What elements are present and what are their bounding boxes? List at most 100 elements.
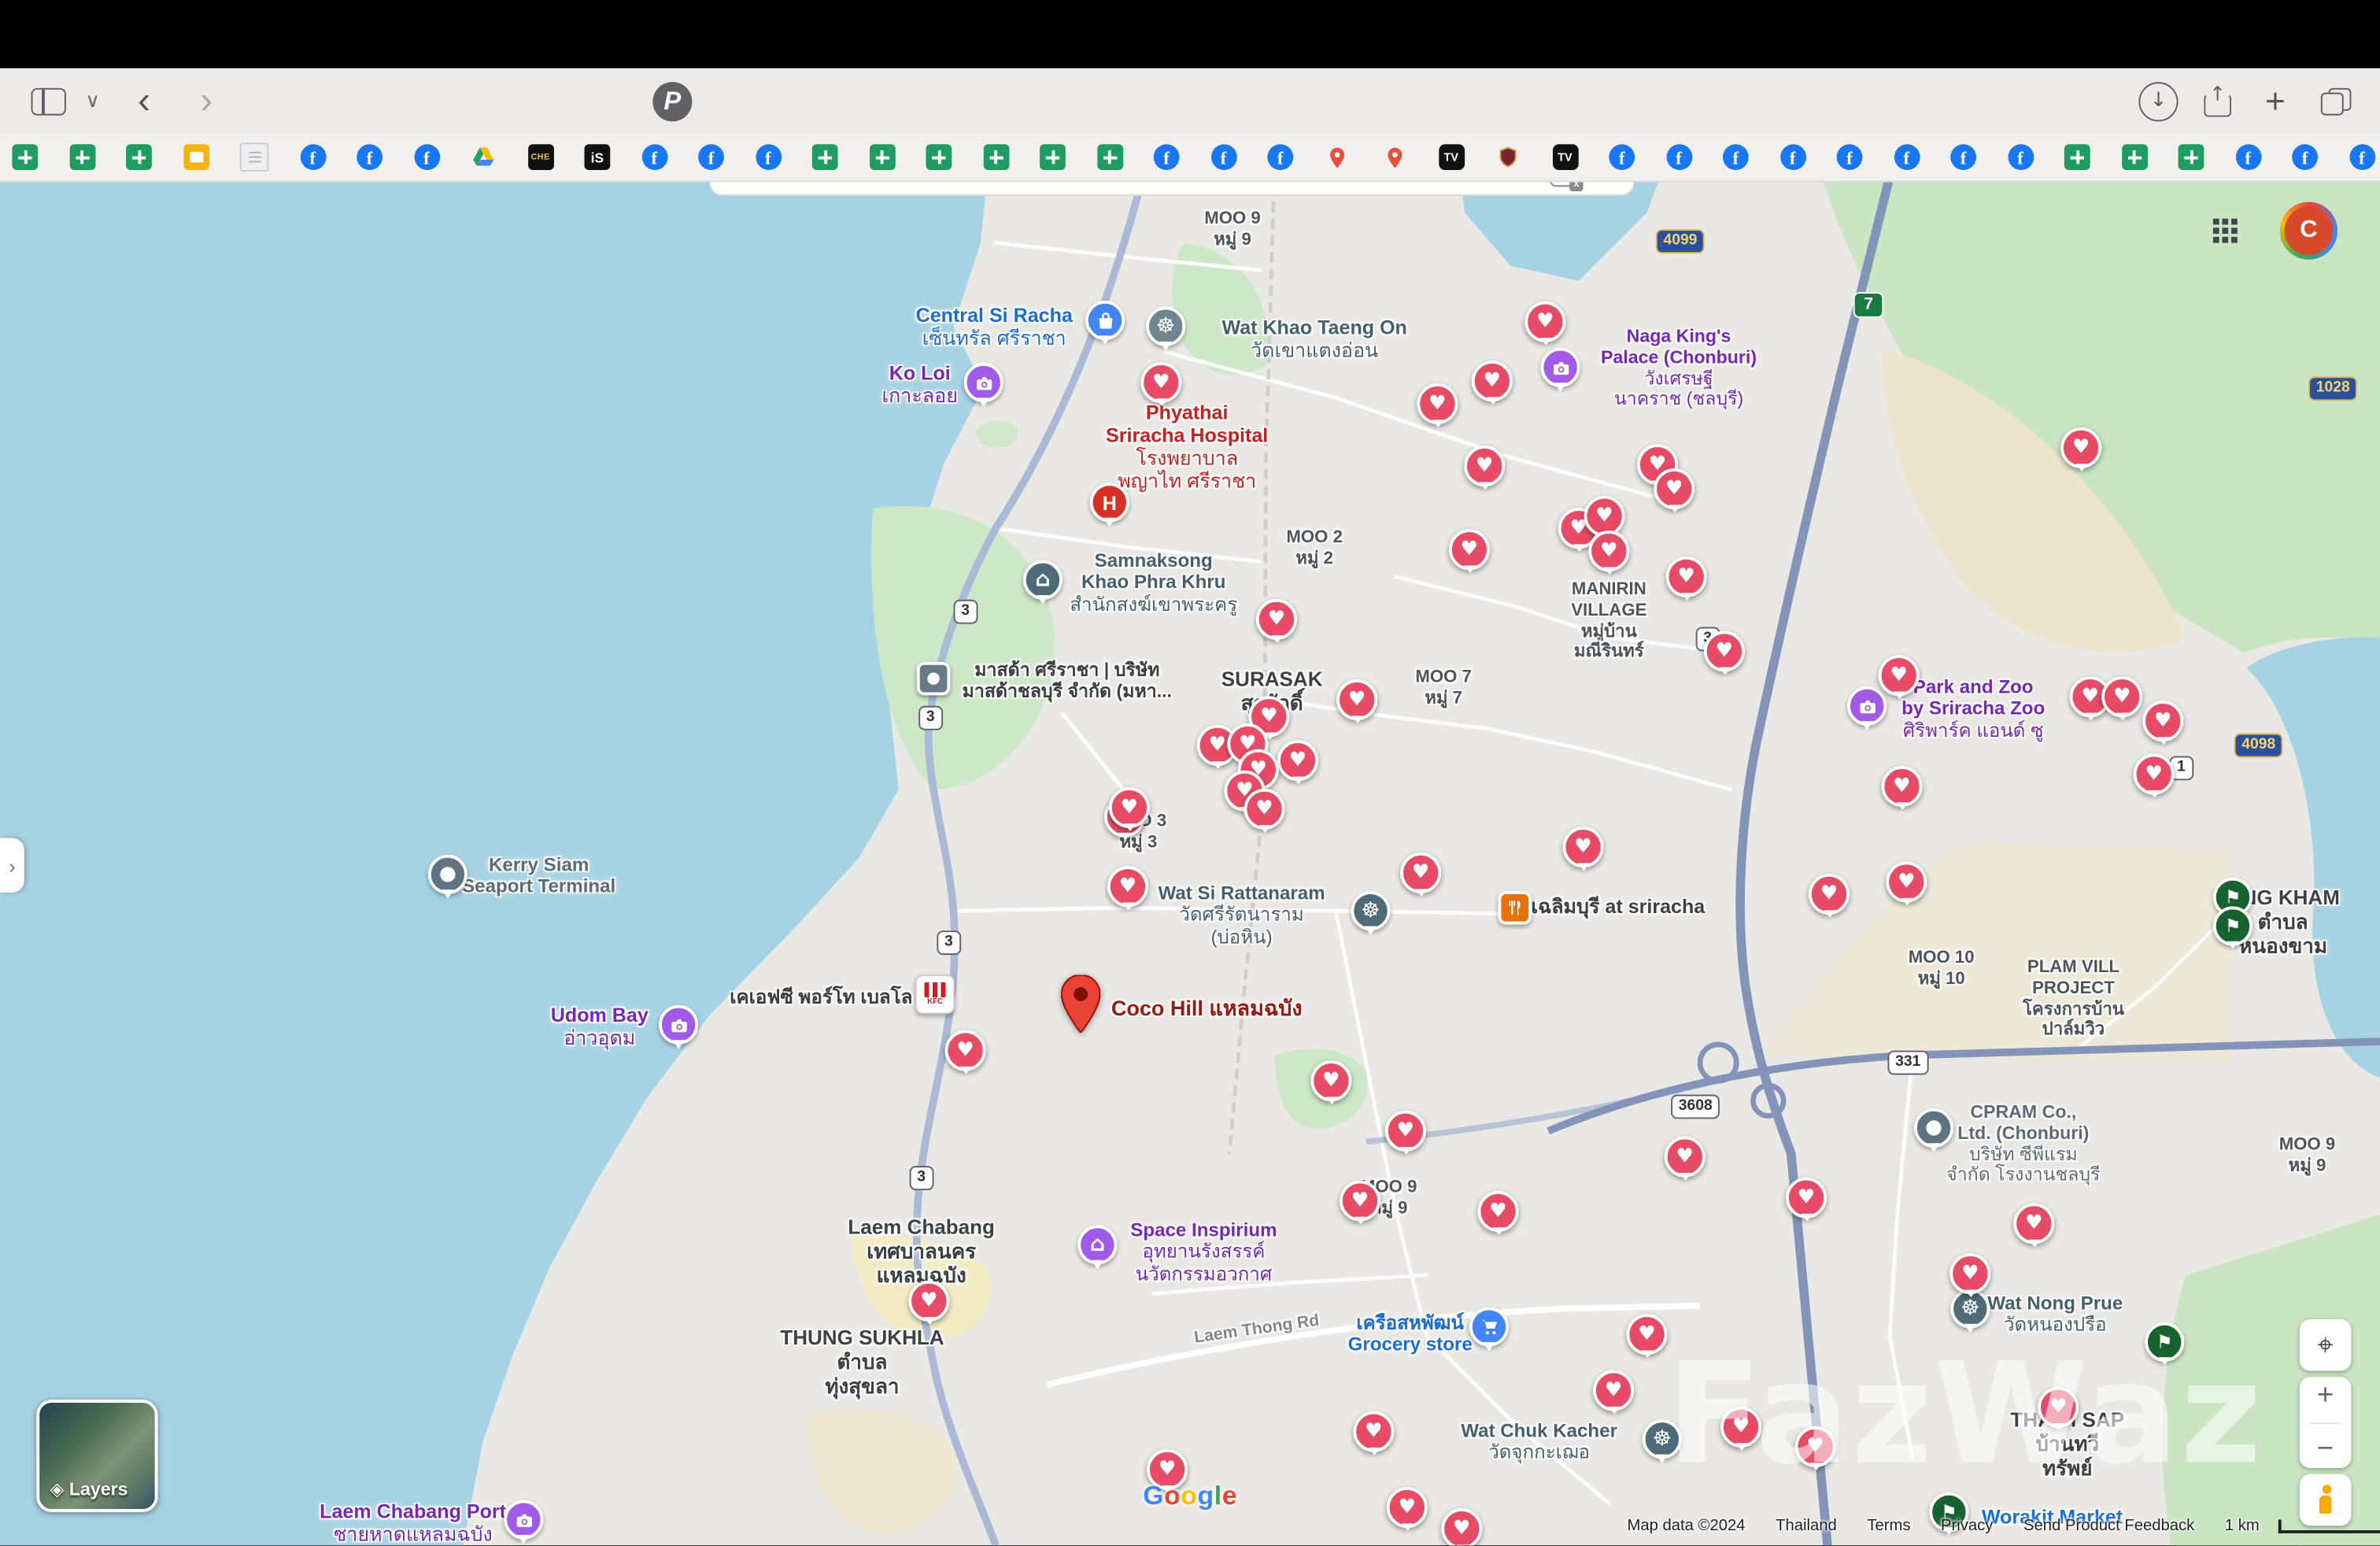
saved-place-heart-marker[interactable]: ♥ [1704,631,1745,671]
saved-place-heart-marker[interactable]: ♥ [2142,701,2183,742]
bookmark-pin-favicon[interactable] [1381,144,1407,170]
poi-label[interactable]: Ko Loiเกาะลอย [882,363,958,409]
poi-label[interactable]: เคเอฟซี พอร์โท เบลโล [730,986,912,1008]
museum-poi-pin[interactable]: ⌂ [1077,1225,1117,1264]
bookmark-fb-favicon[interactable] [1267,144,1293,170]
poi-label[interactable]: มาสด้า ศรีราชา | บริษัทมาสด้าชลบุรี จำกั… [963,660,1172,702]
my-location-button[interactable]: ⌖ [2300,1319,2352,1371]
kfc-logo-marker[interactable]: KFC [915,975,955,1014]
saved-place-heart-marker[interactable]: ♥ [1562,827,1603,867]
saved-place-heart-marker[interactable]: ♥ [1340,1180,1380,1221]
map-canvas[interactable]: FazWaz C › ◈ Layers ⌖ + − Google Map dat… [0,0,2380,1545]
camera-poi-pin[interactable] [964,363,1003,402]
dot-poi-pin[interactable] [1914,1108,1953,1148]
poi-label[interactable]: Naga King'sPalace (Chonburi)วังเศรษฐีนาค… [1601,327,1757,410]
bookmark-fb-favicon[interactable] [1723,144,1749,170]
bookmark-fb-favicon[interactable] [1779,144,1805,170]
saved-place-heart-marker[interactable]: ♥ [1256,599,1297,640]
google-apps-grid-icon[interactable] [2213,219,2239,245]
saved-place-heart-marker[interactable]: ♥ [1949,1253,1990,1294]
saved-place-heart-marker[interactable]: ♥ [1588,531,1629,571]
terms-link[interactable]: Terms [1867,1517,1910,1535]
poi-label[interactable]: PhyathaiSriracha Hospitalโรงพยาบาลพญาไท … [1106,402,1268,493]
bookmark-fb-favicon[interactable] [1666,144,1692,170]
saved-place-heart-marker[interactable]: ♥ [2134,754,2175,795]
bookmark-tv-favicon[interactable] [1552,144,1578,170]
feedback-link[interactable]: Send Product Feedback [2023,1517,2194,1535]
temple-poi-pin[interactable]: ⌂ [1023,560,1062,600]
side-panel-expander[interactable]: › [0,838,24,893]
bookmark-sheets-favicon[interactable] [2179,144,2204,170]
saved-place-heart-marker[interactable]: ♥ [1140,362,1181,403]
layers-button[interactable]: ◈ Layers [36,1400,157,1512]
saved-place-heart-marker[interactable]: ♥ [2101,676,2142,717]
poi-label[interactable]: SamnaksongKhao Phra Khruสำนักสงฆ์เขาพระค… [1070,550,1237,616]
poi-label[interactable]: Coco Hill แหลมฉบัง [1111,996,1303,1020]
bookmark-fb-favicon[interactable] [755,144,781,170]
saved-place-heart-marker[interactable]: ♥ [1464,446,1505,486]
saved-place-heart-marker[interactable]: ♥ [908,1281,949,1322]
saved-place-heart-marker[interactable]: ♥ [1477,1191,1518,1232]
bookmark-fb-favicon[interactable] [1894,144,1920,170]
bookmark-fb-favicon[interactable] [1154,144,1180,170]
share-button[interactable]: ↑ [2204,86,2231,117]
camera-poi-pin[interactable] [659,1005,698,1045]
saved-place-heart-marker[interactable]: ♥ [1387,1487,1428,1528]
saved-place-heart-marker[interactable]: ♥ [1786,1178,1827,1219]
bookmark-is-favicon[interactable] [585,144,611,170]
poi-label[interactable]: Central Si Rachaเซ็นทรัล ศรีราชา [916,305,1073,351]
poi-label[interactable]: CPRAM Co.,Ltd. (Chonburi)บริษัท ซีพีแรมจ… [1946,1103,2100,1186]
bookmark-fb-favicon[interactable] [357,144,382,170]
dot-poi-pin[interactable] [428,855,468,894]
downloads-button[interactable]: ↓ [2138,81,2178,120]
forward-button[interactable]: › [200,82,213,120]
chevron-down-icon[interactable]: ∨ [85,90,99,113]
saved-place-heart-marker[interactable]: ♥ [1666,557,1707,597]
saved-place-heart-marker[interactable]: ♥ [1449,529,1490,570]
bookmark-fb-favicon[interactable] [1837,144,1863,170]
saved-place-heart-marker[interactable]: ♥ [1336,679,1377,720]
bag-poi-pin[interactable] [1085,301,1125,340]
bookmark-fb-favicon[interactable] [300,144,326,170]
new-tab-button[interactable]: + [2265,80,2286,121]
bookmark-fb-favicon[interactable] [2235,144,2261,170]
wheel-poi-pin[interactable]: ☸ [1643,1419,1682,1459]
saved-place-heart-marker[interactable]: ♥ [1795,1426,1836,1467]
poi-label[interactable]: Wat Nong Prueวัดหนองปรือ [1987,1293,2123,1336]
saved-place-heart-marker[interactable]: ♥ [1593,1370,1634,1411]
saved-place-heart-marker[interactable]: ♥ [1109,787,1150,828]
saved-place-heart-marker[interactable]: ♥ [1310,1060,1351,1101]
poi-label[interactable]: เครือสหพัฒน์Grocery store [1348,1313,1473,1356]
bookmark-fb-favicon[interactable] [698,144,724,170]
saved-place-heart-marker[interactable]: ♥ [1385,1111,1426,1152]
back-button[interactable]: ‹ [138,82,150,120]
poi-label[interactable]: Space Inspiriumอุทยานรังสรรค์นวัตกรรมอวก… [1130,1220,1277,1285]
bookmark-che-favicon[interactable] [527,144,553,170]
saved-place-heart-marker[interactable]: ♥ [1417,383,1458,424]
bookmark-slides-favicon[interactable] [183,144,209,170]
bookmark-fb-favicon[interactable] [1609,144,1635,170]
poi-label[interactable]: เฉลิมบุรี at sriracha [1532,897,1706,919]
poi-label[interactable]: Laem Chabang Portชายหาดแหลมฉบัง [320,1502,506,1546]
saved-place-heart-marker[interactable]: ♥ [1626,1314,1667,1355]
bookmark-pin-favicon[interactable] [1325,144,1351,170]
saved-place-heart-marker[interactable]: ♥ [945,1030,986,1071]
bookmark-fb-favicon[interactable] [414,144,440,170]
saved-place-heart-marker[interactable]: ♥ [1400,853,1441,893]
coco-hill-destination-pin[interactable] [1061,975,1100,1033]
hospital-poi-pin[interactable]: H [1090,483,1129,522]
bookmark-fb-favicon[interactable] [2008,144,2034,170]
saved-place-heart-marker[interactable]: ♥ [1277,740,1318,781]
wheel-poi-pin[interactable]: ☸ [1351,891,1390,930]
bookmark-sheets-favicon[interactable] [2064,144,2090,170]
bookmark-sheets-favicon[interactable] [1040,144,1066,170]
bookmark-sheets-favicon[interactable] [983,144,1009,170]
saved-place-heart-marker[interactable]: ♥ [1353,1411,1394,1452]
bookmark-crest-favicon[interactable] [1495,144,1521,170]
bookmark-fb-favicon[interactable] [2292,144,2318,170]
poi-label[interactable]: Kerry SiamSeaport Terminal [462,854,615,897]
bookmark-fb-favicon[interactable] [1950,144,1976,170]
flag-marker[interactable]: ⚑ [2145,1322,2184,1362]
zoom-out-button[interactable]: − [2300,1435,2352,1464]
bookmark-fb-favicon[interactable] [1210,144,1236,170]
